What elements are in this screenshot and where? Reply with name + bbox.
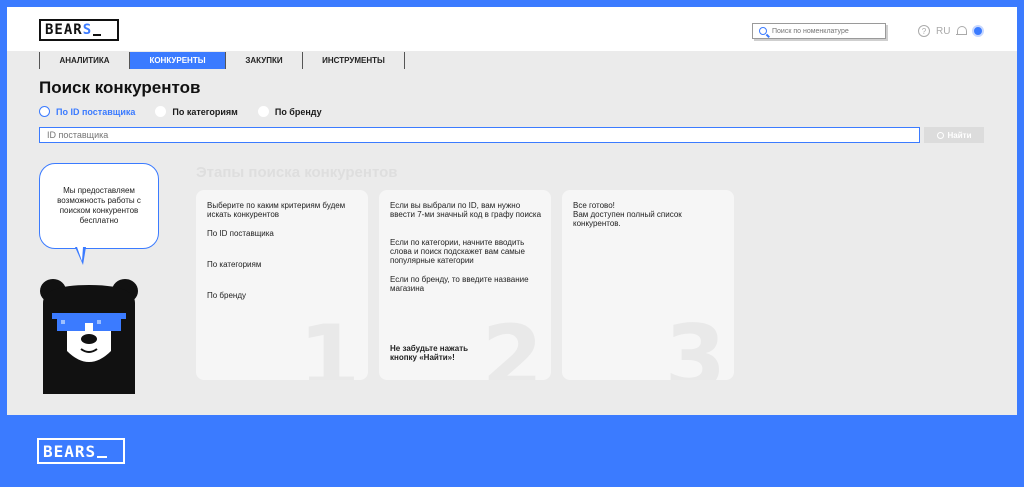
bubble-tail-inner — [77, 247, 83, 261]
logo-highlight: S — [82, 22, 93, 38]
main-tabs: АНАЛИТИКА КОНКУРЕНТЫ ЗАКУПКИ ИНСТРУМЕНТЫ — [39, 52, 405, 69]
bears-logo[interactable]: BEAR S — [39, 19, 119, 41]
stage-card-2: 2 Если вы выбрали по ID, вам нужно ввест… — [379, 190, 551, 380]
radio-button-icon — [155, 106, 167, 117]
language-switch[interactable]: RU — [936, 26, 950, 37]
account-icon[interactable] — [972, 25, 985, 37]
radio-button-icon — [257, 106, 269, 117]
stage-number: 2 — [481, 306, 543, 381]
radio-label: По категориям — [172, 106, 238, 117]
search-icon — [936, 131, 944, 139]
stage-text: Выберите по каким критериям будем искать… — [207, 201, 346, 219]
stage-note: Не забудьте нажать кнопку «Найти»! — [390, 344, 469, 362]
tab-tools[interactable]: ИНСТРУМЕНТЫ — [302, 52, 405, 69]
logo-underscore — [97, 456, 108, 458]
find-button-label: Найти — [947, 130, 972, 140]
radio-label: По бренду — [274, 106, 322, 117]
bell-icon[interactable] — [956, 25, 968, 37]
bear-mascot-icon — [40, 279, 138, 394]
stage-text: Вам доступен полный список конкурентов. — [573, 210, 682, 228]
logo-highlight: S — [85, 441, 97, 461]
footer-logo[interactable]: BEAR S — [37, 438, 125, 464]
supplier-id-input[interactable] — [39, 127, 920, 143]
stage-number: 1 — [298, 306, 360, 381]
bubble-text: Мы предоставляем возможность работы с по… — [57, 186, 141, 225]
stage-option: По ID поставщика — [207, 229, 274, 238]
tab-analytics[interactable]: АНАЛИТИКА — [39, 52, 129, 69]
search-icon — [759, 27, 767, 35]
stages-title: Этапы поиска конкурентов — [196, 164, 398, 181]
radio-categories[interactable]: По категориям — [155, 106, 238, 117]
header-icons: ? RU — [918, 25, 985, 37]
tab-purchases[interactable]: ЗАКУПКИ — [225, 52, 302, 69]
stage-option: По категориям — [207, 260, 262, 269]
stage-text: Все готово! — [573, 201, 615, 210]
radio-supplier-id[interactable]: По ID поставщика — [39, 106, 135, 117]
stage-option: По бренду — [207, 291, 246, 300]
help-icon[interactable]: ? — [918, 25, 930, 37]
logo-text: BEAR — [45, 22, 83, 38]
top-bar: BEARS ? RU — [7, 7, 1017, 51]
radio-button-icon — [39, 106, 50, 117]
nomenclature-search[interactable] — [752, 23, 886, 39]
stage-card-3: 3 Все готово! Вам доступен полный список… — [562, 190, 734, 380]
radio-brand[interactable]: По бренду — [257, 106, 322, 117]
stage-card-1: 1 Выберите по каким критериям будем иска… — [196, 190, 368, 380]
search-mode-radios: По ID поставщика По категориям По бренду — [39, 106, 342, 117]
find-button[interactable]: Найти — [924, 127, 984, 143]
page-title: Поиск конкурентов — [39, 78, 201, 97]
stage-number: 3 — [664, 306, 726, 381]
tab-competitors[interactable]: КОНКУРЕНТЫ — [129, 52, 225, 69]
stage-text: Если по категории, начните вводить слова… — [390, 238, 526, 265]
nomenclature-search-input[interactable] — [772, 27, 872, 35]
app-window: BEARS ? RU АНАЛИТИКА КОНКУРЕНТЫ ЗАКУПКИ … — [7, 7, 1017, 415]
radio-label: По ID поставщика — [56, 106, 136, 117]
stage-text: Если вы выбрали по ID, вам нужно ввести … — [390, 201, 542, 219]
logo-text: BEAR — [43, 441, 86, 461]
logo-underscore — [93, 34, 102, 36]
stage-text: Если по бренду, то введите название мага… — [390, 275, 529, 293]
speech-bubble: Мы предоставляем возможность работы с по… — [39, 163, 159, 249]
